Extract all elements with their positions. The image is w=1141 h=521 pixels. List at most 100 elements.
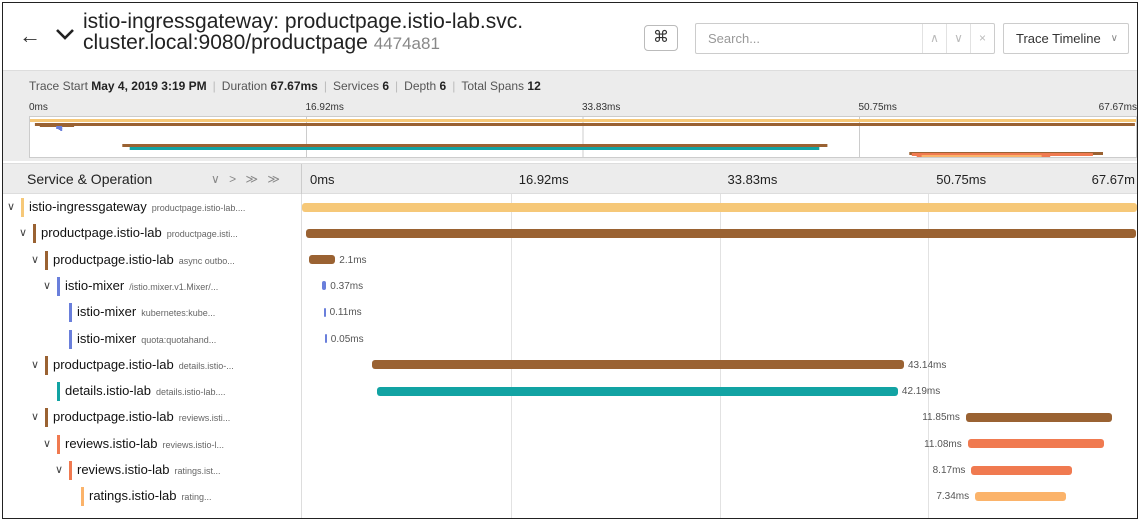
span-bar[interactable] (965, 412, 1113, 422)
span-row[interactable]: ∨ productpage.istio-lab reviews.isti... 11.… (3, 404, 1137, 430)
search-prev-button[interactable]: ∧ (922, 24, 946, 53)
timeline-tick-label: 33.83ms (727, 172, 778, 187)
search-box: ∧ ∨ × (695, 23, 995, 54)
span-row[interactable]: ∨ reviews.istio-lab ratings.ist... 8.17ms (3, 457, 1137, 483)
span-name-cell[interactable]: ∨ reviews.istio-lab reviews.istio-l... (3, 431, 301, 457)
trace-minimap[interactable]: 0ms 16.92ms 33.83ms 50.75ms 67.67ms (3, 100, 1137, 161)
duration-label: Duration (221, 79, 268, 93)
span-name-cell[interactable]: ∨ productpage.istio-lab details.istio-... (3, 352, 301, 378)
span-name-cell[interactable]: ∨ productpage.istio-lab reviews.isti... (3, 404, 301, 430)
span-duration-label: 42.19ms (901, 386, 941, 398)
keyboard-shortcuts-button[interactable]: ⌘ (644, 25, 678, 51)
minimap-canvas[interactable] (29, 116, 1137, 158)
span-duration-label: 0.11ms (329, 307, 362, 319)
close-icon: × (978, 31, 986, 45)
service-color-indicator (57, 382, 60, 402)
span-row[interactable]: ∨ productpage.istio-lab productpage.isti..… (3, 220, 1137, 246)
span-name-cell[interactable]: details.istio-lab details.istio-lab.... (3, 378, 301, 404)
expand-toggle-chevron-icon[interactable]: ∨ (29, 410, 41, 424)
span-row[interactable]: ∨ istio-mixer/istio.mixer.v1.Mixer/... 0.3… (3, 273, 1137, 299)
minimap-span-bar (30, 119, 1136, 122)
minimap-tick-label: 50.75ms (858, 102, 897, 113)
service-name: istio-mixer (65, 277, 125, 293)
span-bar[interactable] (377, 386, 898, 396)
operation-name: reviews.istio-l... (162, 439, 224, 450)
timeline-header: Service & Operation ∨ > ≫ ≫ 0ms 16.92ms 33… (3, 163, 1137, 195)
span-name-cell[interactable]: ∨ istio-ingressgateway productpage.istio-l… (3, 194, 301, 220)
service-name: reviews.istio-lab (77, 462, 170, 477)
span-row[interactable]: ∨ productpage.istio-lab details.istio-... 4… (3, 352, 1137, 378)
span-bar[interactable] (971, 465, 1073, 475)
span-bar[interactable] (305, 228, 1137, 238)
span-row[interactable]: istio-mixer kubernetes:kube... 0.11ms (3, 299, 1137, 325)
minimap-span-bar (921, 155, 1042, 157)
span-bar[interactable] (975, 491, 1066, 501)
trace-start-value: May 4, 2019 3:19 PM (91, 79, 207, 93)
span-name-cell[interactable]: ∨ reviews.istio-lab ratings.ist... (3, 457, 301, 483)
span-bar[interactable] (309, 255, 336, 265)
operation-name: rating... (181, 492, 212, 503)
arrow-left-icon[interactable]: ← (17, 23, 43, 49)
expand-toggle-chevron-icon[interactable]: ∨ (5, 200, 17, 214)
operation-name: productpage.istio-lab.... (151, 203, 246, 213)
search-input[interactable] (696, 24, 896, 53)
span-duration-label: 0.37ms (330, 280, 364, 292)
span-bar[interactable] (302, 202, 1137, 212)
view-select[interactable]: Trace Timeline ∨ (1003, 23, 1129, 54)
span-label: productpage.istio-lab reviews.isti... (53, 404, 230, 430)
trace-summary: Trace Start May 4, 2019 3:19 PM | Duration… (3, 70, 1137, 100)
chevron-down-icon[interactable] (53, 23, 77, 45)
span-row[interactable]: details.istio-lab details.istio-lab.... 42… (3, 378, 1137, 404)
service-color-indicator (45, 355, 48, 375)
column-resizer[interactable] (301, 164, 302, 195)
service-color-indicator (69, 303, 72, 323)
service-color-indicator (33, 224, 36, 244)
span-name-cell[interactable]: ratings.istio-lab rating... (3, 483, 301, 509)
total-spans-label: Total Spans (461, 79, 525, 93)
span-list: ∨ istio-ingressgateway productpage.istio-l… (3, 194, 1137, 518)
operation-name: details.istio-lab.... (156, 387, 226, 398)
expand-toggle-chevron-icon[interactable]: ∨ (17, 226, 29, 240)
span-row[interactable]: ∨ istio-ingressgateway productpage.istio-l… (3, 194, 1137, 220)
service-color-indicator (45, 250, 48, 270)
span-row[interactable]: ∨ productpage.istio-lab async outbo... 2.1m… (3, 247, 1137, 273)
timeline-tick-label: 50.75ms (936, 172, 987, 187)
search-next-button[interactable]: ∨ (946, 24, 970, 53)
operation-name: quota:quotahand... (141, 334, 217, 345)
service-name: productpage.istio-lab (53, 409, 174, 425)
trace-start-label: Trace Start (29, 79, 88, 93)
span-label: details.istio-lab details.istio-lab.... (65, 378, 226, 404)
span-bar[interactable] (371, 360, 904, 370)
trace-title[interactable]: istio-ingressgateway: productpage.istio-… (83, 11, 623, 54)
minimap-tick-label: 0ms (29, 102, 48, 113)
span-row[interactable]: ratings.istio-lab rating... 7.34ms (3, 483, 1137, 509)
expand-toggle-chevron-icon[interactable]: ∨ (41, 437, 53, 451)
span-label: productpage.istio-lab details.istio-... (53, 352, 234, 378)
span-row[interactable]: istio-mixer quota:quotahand... 0.05ms (3, 326, 1137, 352)
expand-collapse-controls[interactable]: ∨ > ≫ ≫ (211, 164, 283, 195)
duration-value: 67.67ms (270, 79, 318, 93)
span-label: istio-mixer kubernetes:kube... (77, 299, 215, 325)
span-bar[interactable] (323, 307, 326, 317)
span-name-cell[interactable]: ∨ istio-mixer/istio.mixer.v1.Mixer/... (3, 273, 301, 299)
span-name-cell[interactable]: ∨ productpage.istio-lab productpage.isti..… (3, 220, 301, 246)
span-bar[interactable] (321, 281, 327, 291)
minimap-span-bar (122, 144, 828, 147)
timeline-tick-label: 16.92ms (518, 172, 569, 187)
minimap-tick-label: 16.92ms (305, 102, 344, 113)
minimap-ticks: 0ms 16.92ms 33.83ms 50.75ms 67.67ms (29, 100, 1137, 116)
span-name-cell[interactable]: istio-mixer quota:quotahand... (3, 326, 301, 352)
service-color-indicator (57, 434, 60, 454)
span-name-cell[interactable]: istio-mixer kubernetes:kube... (3, 299, 301, 325)
operation-name: async outbo... (178, 255, 235, 266)
span-row[interactable]: ∨ reviews.istio-lab reviews.istio-l... 11.0… (3, 431, 1137, 457)
expand-toggle-chevron-icon[interactable]: ∨ (29, 358, 41, 372)
search-clear-button[interactable]: × (970, 24, 994, 53)
expand-toggle-chevron-icon[interactable]: ∨ (41, 279, 53, 293)
span-bar[interactable] (324, 334, 327, 343)
expand-toggle-chevron-icon[interactable]: ∨ (29, 253, 41, 267)
operation-name: reviews.isti... (178, 413, 231, 424)
span-name-cell[interactable]: ∨ productpage.istio-lab async outbo... (3, 247, 301, 273)
expand-toggle-chevron-icon[interactable]: ∨ (53, 463, 65, 477)
span-bar[interactable] (967, 439, 1105, 449)
